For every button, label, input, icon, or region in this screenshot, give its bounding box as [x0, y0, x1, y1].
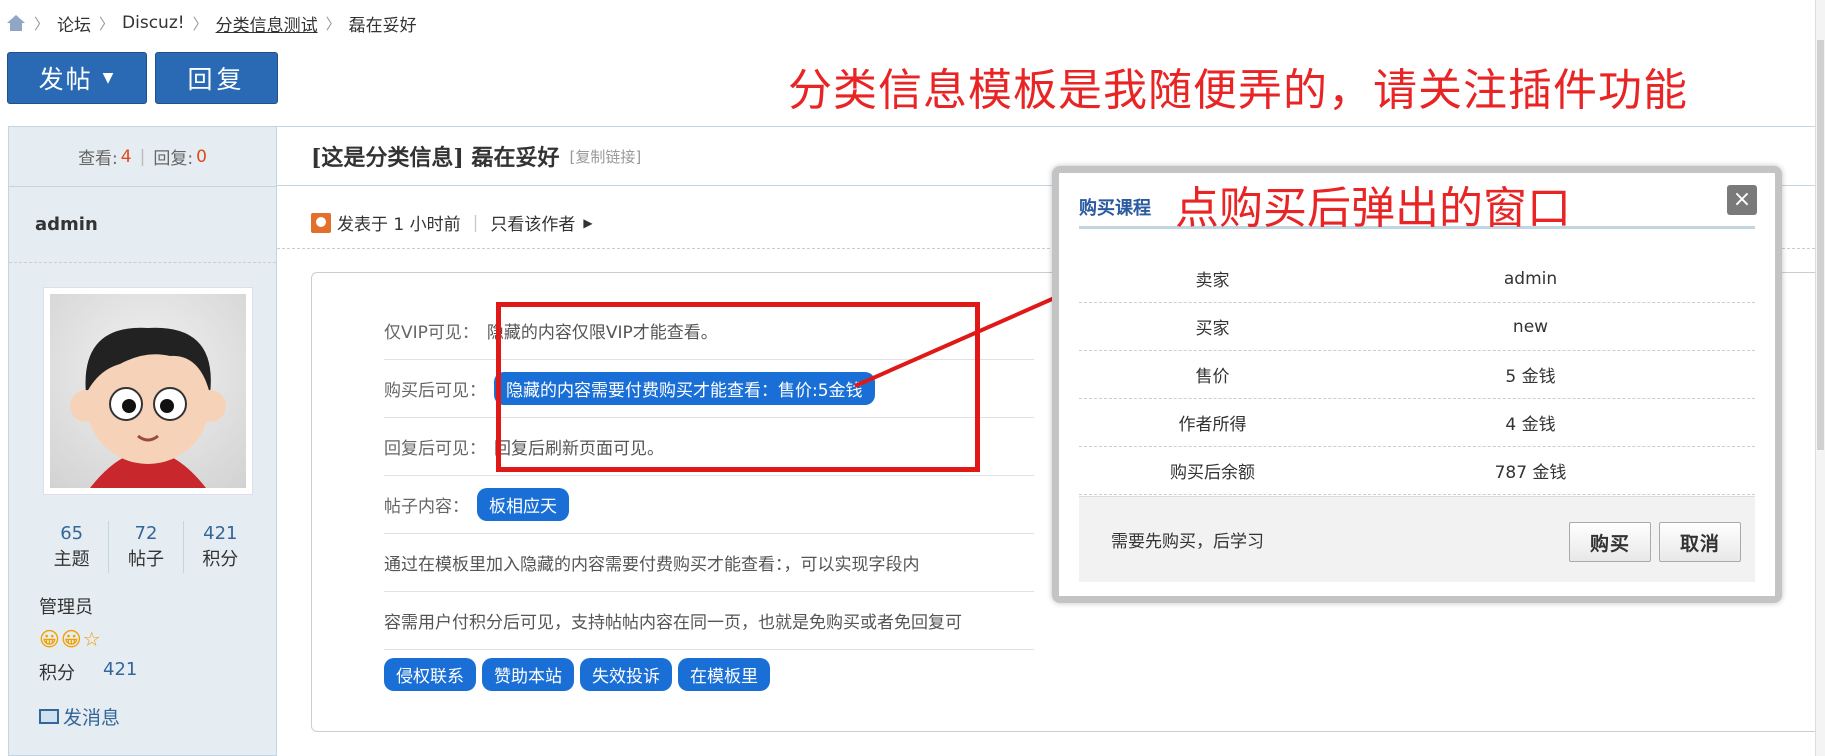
scrollbar-thumb[interactable] — [1817, 40, 1824, 450]
scrollbar[interactable] — [1815, 0, 1825, 756]
detail-value: 4 金钱 — [1505, 415, 1556, 435]
dialog-annotation: 点购买后弹出的窗口 — [1175, 182, 1571, 234]
detail-key: 卖家 — [1195, 271, 1230, 291]
detail-key: 买家 — [1195, 319, 1230, 339]
detail-row: 作者所得 4 金钱 — [1079, 399, 1755, 447]
close-icon[interactable]: × — [1727, 185, 1757, 215]
dialog-header: 购买课程 点购买后弹出的窗口 — [1079, 183, 1755, 234]
detail-row: 买家 new — [1079, 303, 1755, 351]
purchase-dialog: 购买课程 点购买后弹出的窗口 × 卖家 admin 买家 new 售价 5 金钱… — [1052, 166, 1782, 603]
detail-key: 作者所得 — [1178, 415, 1247, 435]
dialog-footer: 需要先购买，后学习 购买 取消 — [1079, 496, 1755, 582]
detail-row: 购买后余额 787 金钱 — [1079, 447, 1755, 495]
detail-row: 售价 5 金钱 — [1079, 351, 1755, 399]
detail-row: 卖家 admin — [1079, 255, 1755, 303]
detail-value: 5 金钱 — [1505, 367, 1556, 387]
detail-key: 购买后余额 — [1170, 463, 1255, 483]
detail-value: 787 金钱 — [1494, 463, 1567, 483]
buy-button[interactable]: 购买 — [1569, 522, 1651, 562]
detail-value: admin — [1503, 268, 1558, 289]
detail-value: new — [1512, 316, 1549, 337]
footer-note: 需要先购买，后学习 — [1111, 532, 1264, 552]
detail-key: 售价 — [1195, 367, 1230, 387]
purchase-details: 卖家 admin 买家 new 售价 5 金钱 作者所得 4 金钱 购买后余额 … — [1079, 255, 1755, 495]
cancel-button[interactable]: 取消 — [1659, 522, 1741, 562]
dialog-title: 购买课程 — [1079, 197, 1151, 219]
